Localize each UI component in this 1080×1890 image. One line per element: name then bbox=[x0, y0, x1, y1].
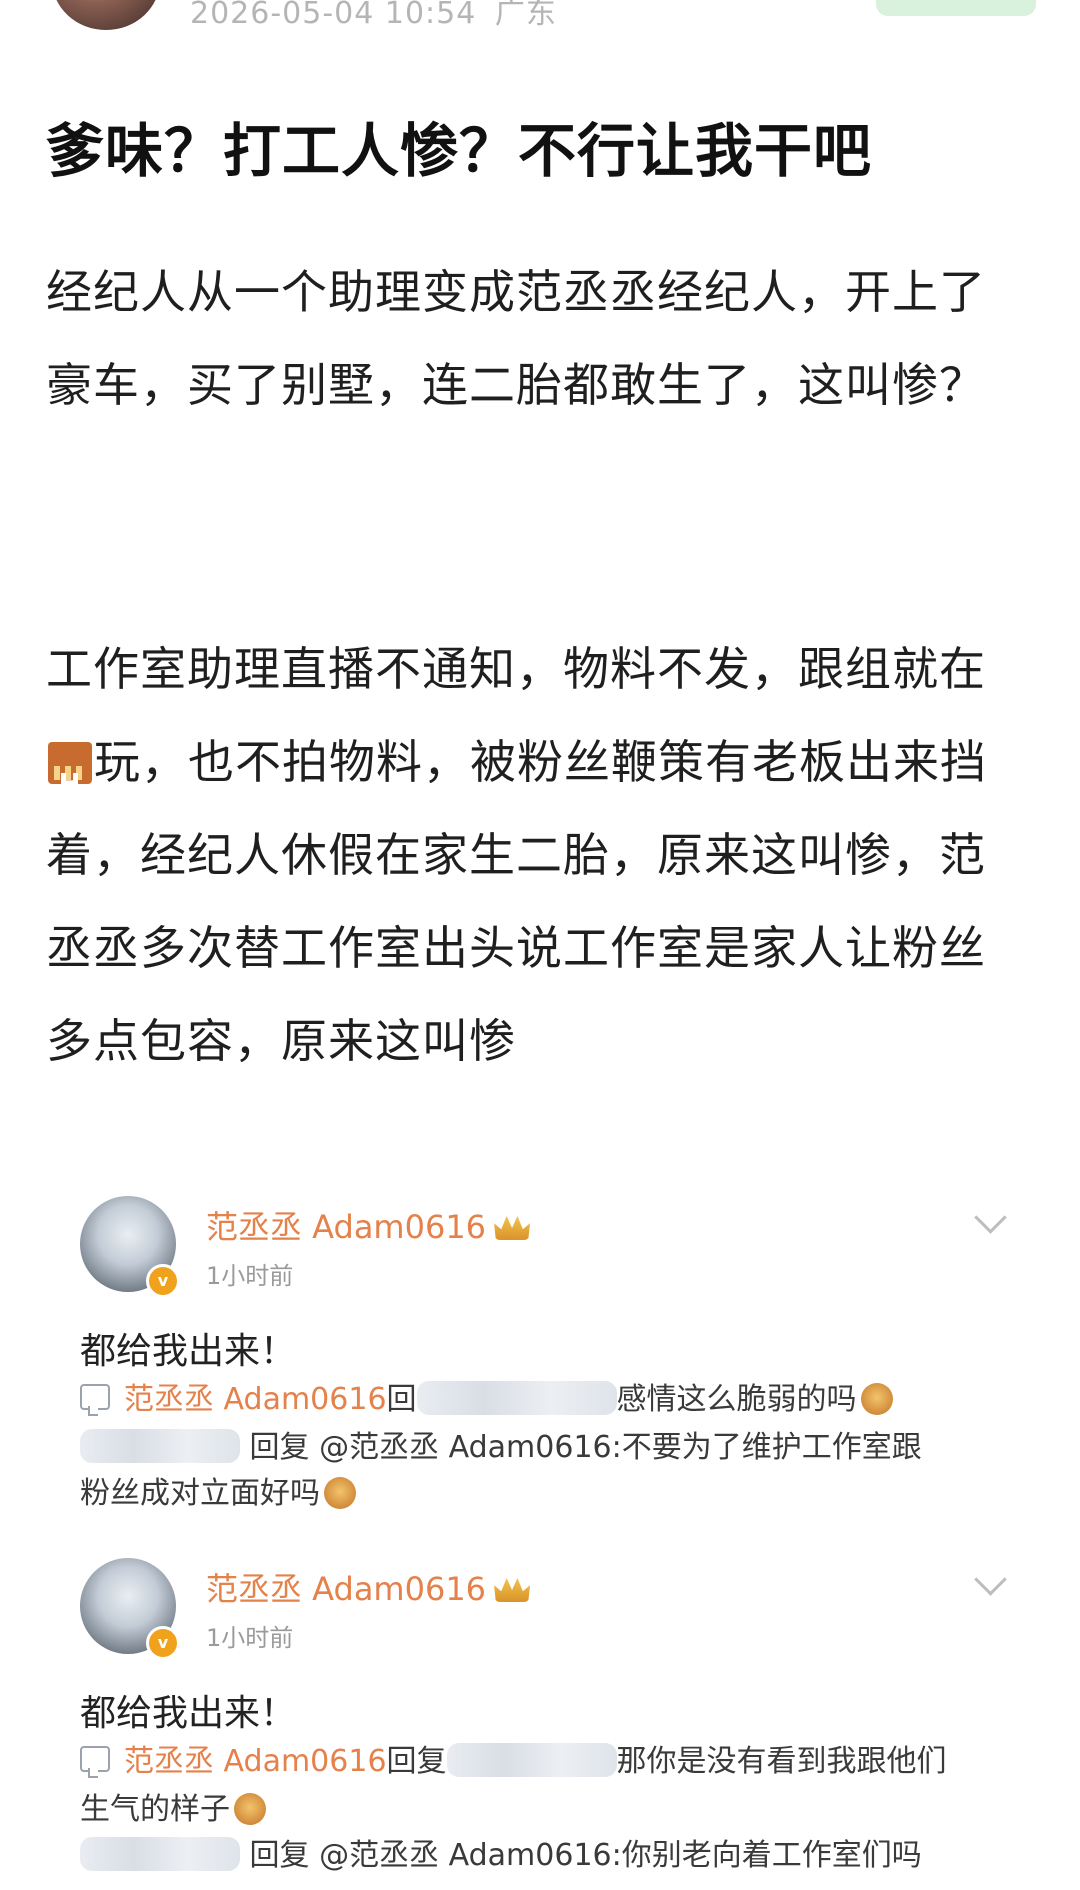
chevron-down-icon[interactable] bbox=[974, 1201, 1007, 1234]
post-paragraph-2: 工作室助理直播不通知，物料不发，跟组就在玩，也不拍物料，被粉丝鞭策有老板出来挡着… bbox=[46, 623, 1026, 1088]
follow-button[interactable] bbox=[876, 0, 1036, 16]
comment-text: 都给我出来！ bbox=[80, 1331, 297, 1372]
blurred-username bbox=[80, 1429, 240, 1463]
commenter-name[interactable]: 范丞丞 Adam0616 bbox=[206, 1202, 531, 1248]
reply-item[interactable]: 回复 @范丞丞 Adam0616:你别老向着工作室们吗 bbox=[80, 1830, 922, 1874]
reply-icon bbox=[80, 1384, 110, 1416]
post-paragraph-2-part1: 工作室助理直播不通知，物料不发，跟组就在 bbox=[46, 642, 986, 696]
commenter-name[interactable]: 范丞丞 Adam0616 bbox=[206, 1564, 531, 1610]
blurred-username bbox=[446, 1743, 617, 1777]
reply-item-continued: 生气的样子 bbox=[80, 1784, 266, 1828]
dog-emoji-icon bbox=[234, 1793, 266, 1825]
post-location: 广东 bbox=[494, 0, 557, 31]
author-avatar[interactable] bbox=[52, 0, 160, 30]
reply-icon bbox=[80, 1746, 110, 1778]
comment-screenshot: v 范丞丞 Adam0616 1小时前 都给我出来！ 范丞丞 Adam0616回… bbox=[46, 1170, 1026, 1890]
comment-text: 都给我出来！ bbox=[80, 1693, 297, 1734]
post-paragraph-1: 经纪人从一个助理变成范丞丞经纪人，开上了豪车，买了别墅，连二胎都敢生了，这叫惨？ bbox=[46, 265, 986, 412]
reply-item[interactable]: 范丞丞 Adam0616回复 那你是没有看到我跟他们 bbox=[124, 1736, 947, 1780]
post-title: 爹味？打工人惨？不行让我干吧 bbox=[46, 117, 873, 185]
post-header: 2026-05-04 10:54 广东 bbox=[0, 0, 1080, 32]
verified-badge-icon: v bbox=[146, 1626, 180, 1660]
crown-icon bbox=[494, 1578, 531, 1602]
comment-time: 1小时前 bbox=[206, 1262, 294, 1290]
post-timestamp: 2026-05-04 10:54 广东 bbox=[190, 0, 557, 32]
reply-item[interactable]: 回复 @范丞丞 Adam0616:不要为了维护工作室跟 bbox=[80, 1422, 922, 1466]
reply-item[interactable]: 范丞丞 Adam0616回 感情这么脆弱的吗 bbox=[124, 1374, 893, 1418]
blurred-username bbox=[416, 1381, 617, 1415]
monkey-emoji-icon bbox=[860, 1383, 893, 1415]
chevron-down-icon[interactable] bbox=[974, 1563, 1007, 1596]
dog-emoji-icon bbox=[324, 1477, 356, 1509]
reply-item-continued: 粉丝成对立面好吗 bbox=[80, 1468, 356, 1512]
post-paragraph-2-part2: 玩，也不拍物料，被粉丝鞭策有老板出来挡着，经纪人休假在家生二胎，原来这叫惨，范丞… bbox=[46, 735, 987, 1068]
blurred-username bbox=[80, 1837, 240, 1871]
hotel-icon bbox=[48, 738, 92, 831]
verified-badge-icon: v bbox=[146, 1264, 180, 1298]
crown-icon bbox=[494, 1216, 531, 1240]
comment-time: 1小时前 bbox=[206, 1624, 294, 1652]
